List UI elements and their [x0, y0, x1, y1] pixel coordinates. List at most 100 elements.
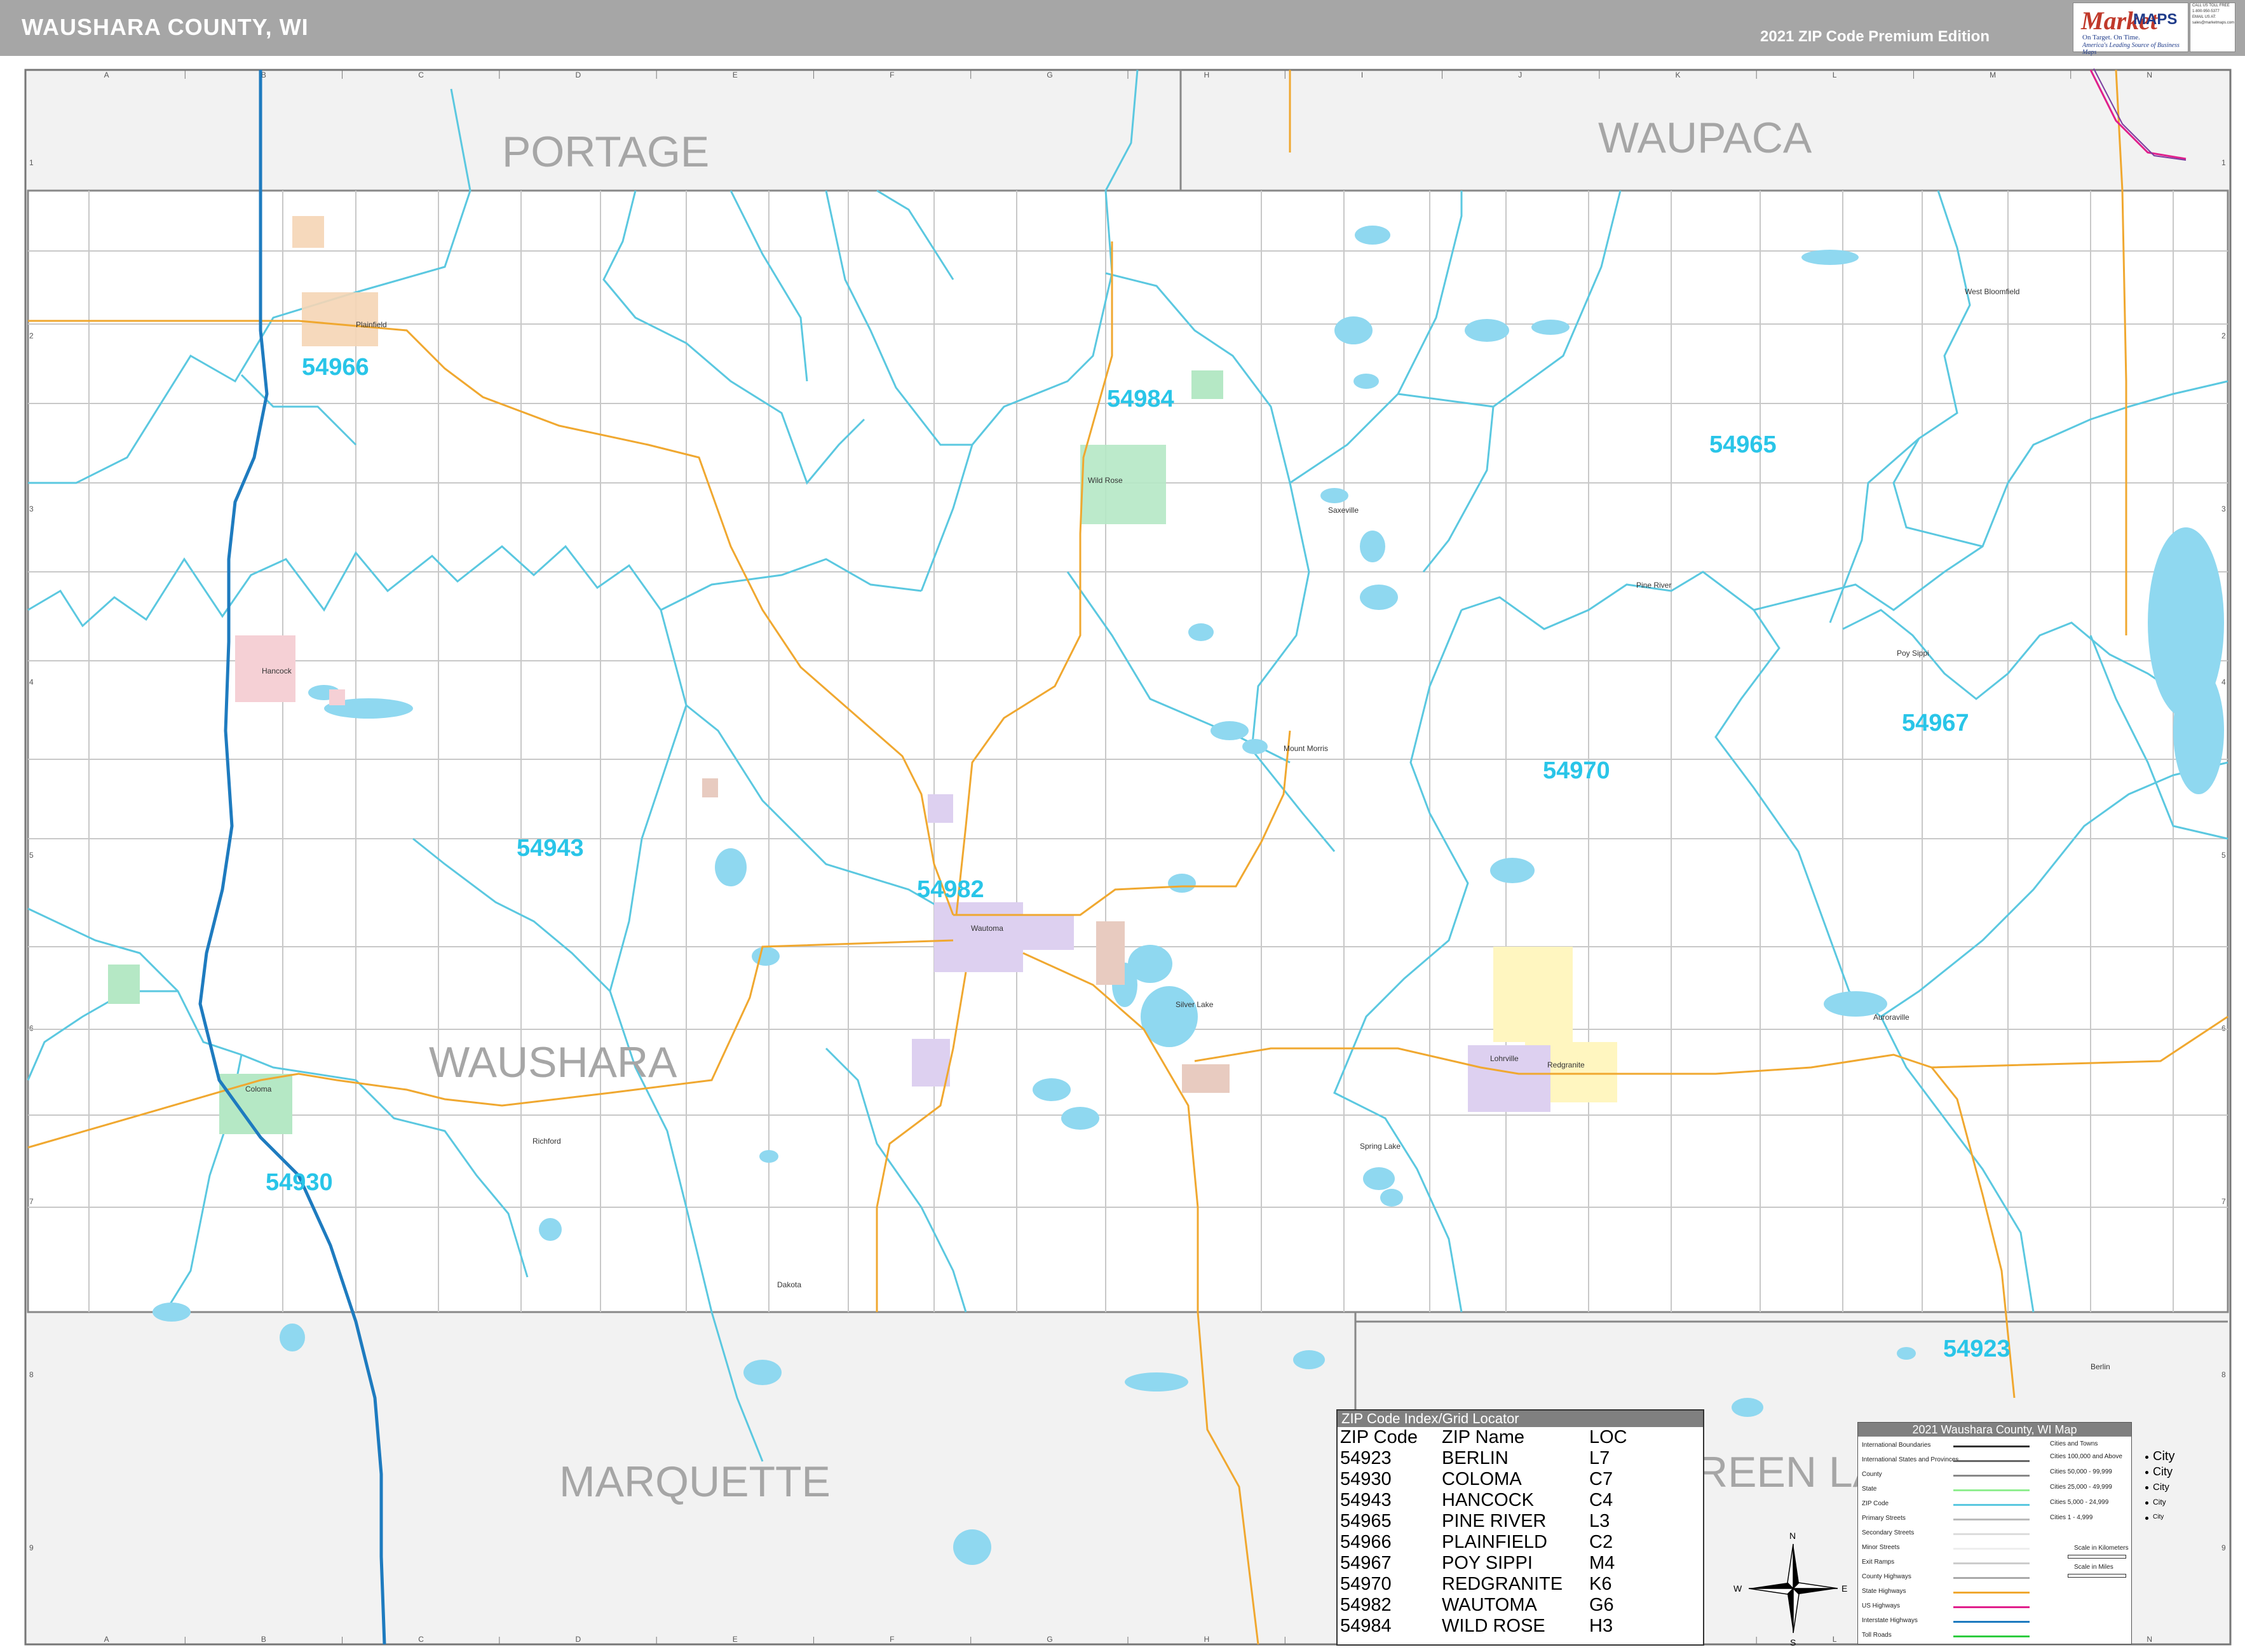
index-loc: K6 [1589, 1574, 1612, 1594]
grid-column-label: M [1990, 71, 1996, 79]
place-coloma: Coloma [245, 1085, 272, 1093]
zip-index-row: 54966 PLAINFIELD C2 [1338, 1532, 1703, 1553]
grid-row-label: 7 [2221, 1197, 2226, 1206]
index-col-name: ZIP Name [1442, 1427, 1525, 1447]
contact-line: sales@marketmaps.com [2192, 21, 2235, 25]
index-name: WAUTOMA [1442, 1595, 1537, 1615]
index-loc: C4 [1589, 1490, 1613, 1510]
grid-column-label: D [576, 1635, 581, 1644]
index-name: PINE RIVER [1442, 1511, 1547, 1531]
grid-row-label: 5 [2221, 851, 2226, 860]
index-name: PLAINFIELD [1442, 1532, 1547, 1552]
legend-city-sample: City [2153, 1465, 2173, 1478]
legend-city-sample: City [2153, 1449, 2175, 1463]
legend-item-swatch [1953, 1533, 2030, 1535]
index-loc: M4 [1589, 1553, 1615, 1573]
grid-column-label: C [418, 71, 424, 79]
index-zip: 54982 [1340, 1595, 1392, 1615]
city-dot-icon [2145, 1517, 2148, 1520]
logo-tagline: On Target. On Time. [2082, 34, 2140, 41]
place-silver-lake: Silver Lake [1176, 1000, 1214, 1009]
index-name: COLOMA [1442, 1469, 1522, 1489]
grid-column-label: G [1047, 1635, 1052, 1644]
grid-column-label: H [1204, 1635, 1210, 1644]
legend-item-label: International States and Provinces [1862, 1456, 1959, 1463]
index-name: POY SIPPI [1442, 1553, 1533, 1573]
compass-n: N [1789, 1531, 1796, 1541]
index-loc: H3 [1589, 1616, 1613, 1636]
zip-index-rows: 54923 BERLIN L7 54930 COLOMA C7 54943 HANCOCK C4… [1338, 1448, 1703, 1637]
compass-w: W [1733, 1583, 1742, 1594]
market-maps-logo: Market MAPS On Target. On Time. America'… [2073, 3, 2188, 56]
legend-item-label: County [1862, 1471, 1882, 1478]
index-name: HANCOCK [1442, 1490, 1535, 1510]
legend-item-swatch [1953, 1548, 2030, 1550]
compass-e: E [1841, 1583, 1847, 1594]
zip-index-row: 54982 WAUTOMA G6 [1338, 1595, 1703, 1616]
legend-cities-title: Cities and Towns [2050, 1440, 2098, 1447]
zip-index-row: 54965 PINE RIVER L3 [1338, 1511, 1703, 1532]
grid-row-label: 8 [29, 1370, 34, 1379]
zip-label-54943: 54943 [517, 835, 584, 862]
grid-column-label: G [1047, 71, 1052, 79]
legend-item-swatch [1953, 1446, 2030, 1447]
grid-column-label: E [733, 71, 738, 79]
grid-column-label: I [1361, 71, 1363, 79]
index-name: BERLIN [1442, 1448, 1509, 1468]
legend-scale-bar [2068, 1555, 2126, 1559]
grid-column-label: L [1833, 71, 1837, 79]
grid-row-label: 6 [2221, 1024, 2226, 1032]
legend-item-swatch [1953, 1475, 2030, 1477]
legend-city-class: Cities 25,000 - 49,999 [2050, 1484, 2112, 1491]
zip-label-54923: 54923 [1943, 1336, 2011, 1362]
grid-column-label: C [418, 1635, 424, 1644]
legend-item-swatch [1953, 1577, 2030, 1579]
grid-column-label: B [261, 1635, 266, 1644]
legend-item-swatch [1953, 1489, 2030, 1491]
grid-row-label: 7 [29, 1197, 34, 1206]
zip-label-54970: 54970 [1543, 757, 1610, 784]
grid-column-label: A [104, 1635, 109, 1644]
zip-label-54966: 54966 [302, 354, 369, 381]
index-name: REDGRANITE [1442, 1574, 1563, 1594]
grid-row-label: 3 [29, 504, 34, 513]
index-col-loc: LOC [1589, 1427, 1627, 1447]
place-berlin: Berlin [2091, 1362, 2110, 1371]
legend-item-label: ZIP Code [1862, 1500, 1889, 1507]
index-zip: 54967 [1340, 1553, 1392, 1573]
legend-item-label: State [1862, 1486, 1877, 1493]
grid-row-label: 5 [29, 851, 34, 860]
grid-column-label: A [104, 71, 109, 79]
legend-city-sample: City [2153, 1481, 2169, 1493]
zip-index-row: 54923 BERLIN L7 [1338, 1448, 1703, 1469]
index-zip: 54970 [1340, 1574, 1392, 1594]
grid-row-label: 2 [29, 332, 34, 341]
zip-index-row: 54943 HANCOCK C4 [1338, 1490, 1703, 1511]
legend-item-label: Secondary Streets [1862, 1529, 1915, 1536]
legend-item-label: Interstate Highways [1862, 1617, 1918, 1624]
legend-item-label: US Highways [1862, 1602, 1901, 1609]
grid-column-label: D [576, 71, 581, 79]
grid-row-label: 2 [2221, 332, 2226, 341]
place-lohrville: Lohrville [1490, 1054, 1519, 1063]
legend-item-label: Minor Streets [1862, 1544, 1900, 1551]
zip-label-54967: 54967 [1902, 710, 1969, 736]
legend-item-swatch [1953, 1562, 2030, 1564]
grid-column-label: K [1676, 71, 1681, 79]
city-dot-icon [2145, 1471, 2148, 1474]
legend-item-swatch [1953, 1460, 2030, 1462]
legend-city-sample: City [2153, 1513, 2164, 1520]
place-poy-sippi: Poy Sippi [1897, 649, 1929, 658]
index-zip: 54930 [1340, 1469, 1392, 1489]
grid-row-label: 8 [2221, 1370, 2226, 1379]
legend-title: 2021 Waushara County, WI Map [1858, 1423, 2131, 1437]
legend-item-label: Primary Streets [1862, 1515, 1906, 1522]
zip-index-title: ZIP Code Index/Grid Locator [1338, 1411, 1703, 1427]
index-loc: C7 [1589, 1469, 1613, 1489]
contact-box: CALL US TOLL FREE 1-800-950-5377 EMAIL U… [2190, 3, 2235, 52]
index-zip: 54984 [1340, 1616, 1392, 1636]
logo-subtag: America's Leading Source of Business Map… [2082, 42, 2180, 56]
place-hancock: Hancock [262, 667, 292, 675]
place-west-bloomfield: West Bloomfield [1965, 287, 2019, 296]
grid-row-label: 3 [2221, 504, 2226, 513]
